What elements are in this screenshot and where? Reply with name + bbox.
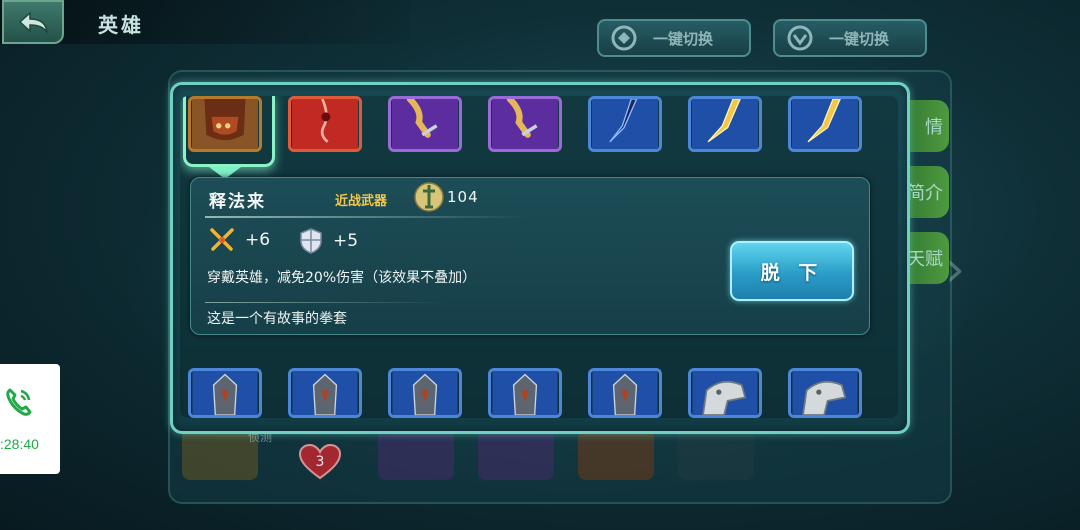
shoulder-armor-icon [792, 371, 858, 415]
back-button[interactable] [2, 0, 64, 44]
item-shoulder-armor[interactable] [788, 368, 862, 418]
background-slot [182, 430, 258, 480]
golden-sword-icon [791, 99, 859, 149]
golden-sword-icon [691, 99, 759, 149]
item-type: 近战武器 [335, 194, 388, 209]
item-effect: 穿戴英雄，减免20%伤害（该效果不叠加） [207, 270, 477, 286]
background-slot [678, 430, 754, 480]
side-tab-2[interactable]: 简介 [905, 166, 949, 218]
shoulder-armor-icon [692, 371, 758, 415]
phone-icon [6, 388, 32, 416]
red-pendant-icon [291, 99, 359, 149]
item-detail-card: 释法来 近战武器 104 +6 +5 穿戴英雄，减免20%伤害（该效果不叠加） … [190, 177, 870, 335]
side-tab-3[interactable]: 天赋 [905, 232, 949, 284]
divider [205, 302, 445, 303]
item-golden-sword[interactable] [788, 96, 862, 152]
background-slot [578, 430, 654, 480]
call-widget[interactable]: :28:40 [0, 364, 60, 474]
item-level: 104 [447, 188, 479, 206]
unequip-button[interactable]: 脱 下 [730, 241, 854, 301]
item-helmet[interactable] [488, 368, 562, 418]
page-title: 英雄 [98, 13, 144, 37]
back-arrow-icon [18, 11, 48, 34]
weapon-type-icon [414, 182, 444, 212]
helmet-icon [392, 371, 458, 415]
attack-stat: +6 [209, 228, 270, 252]
item-golden-sword[interactable] [688, 96, 762, 152]
item-gauntlet[interactable] [188, 96, 262, 152]
item-helmet[interactable] [288, 368, 362, 418]
defense-value: +5 [333, 231, 359, 251]
side-tab-1[interactable]: 情 [905, 100, 949, 152]
dagger-purple-icon [491, 99, 559, 149]
quick-switch-button-1[interactable]: 一键切换 [597, 19, 751, 57]
item-helmet[interactable] [188, 368, 262, 418]
blade-blue-icon [591, 99, 659, 149]
switch-icon [787, 25, 813, 51]
call-duration: :28:40 [0, 436, 39, 452]
chevron-right-icon: › [945, 240, 965, 298]
quick-switch-label-2: 一键切换 [829, 29, 890, 48]
attack-value: +6 [245, 230, 271, 250]
defense-stat: +5 [299, 228, 358, 254]
switch-icon [611, 25, 637, 51]
quick-switch-button-2[interactable]: 一键切换 [773, 19, 927, 57]
gauntlet-icon [191, 99, 259, 149]
divider [205, 216, 527, 218]
quick-switch-label-1: 一键切换 [653, 29, 714, 48]
background-slot [378, 430, 454, 480]
item-lore: 这是一个有故事的拳套 [207, 311, 347, 327]
heart-badge: 3 [298, 444, 342, 480]
item-helmet[interactable] [388, 368, 462, 418]
item-name: 释法来 [209, 192, 266, 212]
item-dagger[interactable] [488, 96, 562, 152]
helmet-icon [192, 371, 258, 415]
helmet-icon [492, 371, 558, 415]
item-blade[interactable] [588, 96, 662, 152]
dagger-purple-icon [391, 99, 459, 149]
item-helmet[interactable] [588, 368, 662, 418]
helmet-icon [592, 371, 658, 415]
crossed-swords-icon [210, 228, 234, 251]
shield-icon [300, 228, 322, 254]
item-red-pendant[interactable] [288, 96, 362, 152]
item-dagger[interactable] [388, 96, 462, 152]
heart-badge-count: 3 [315, 454, 325, 470]
top-bar: 英雄 [0, 0, 410, 44]
item-shoulder-armor[interactable] [688, 368, 762, 418]
helmet-icon [292, 371, 358, 415]
background-slot [478, 430, 554, 480]
